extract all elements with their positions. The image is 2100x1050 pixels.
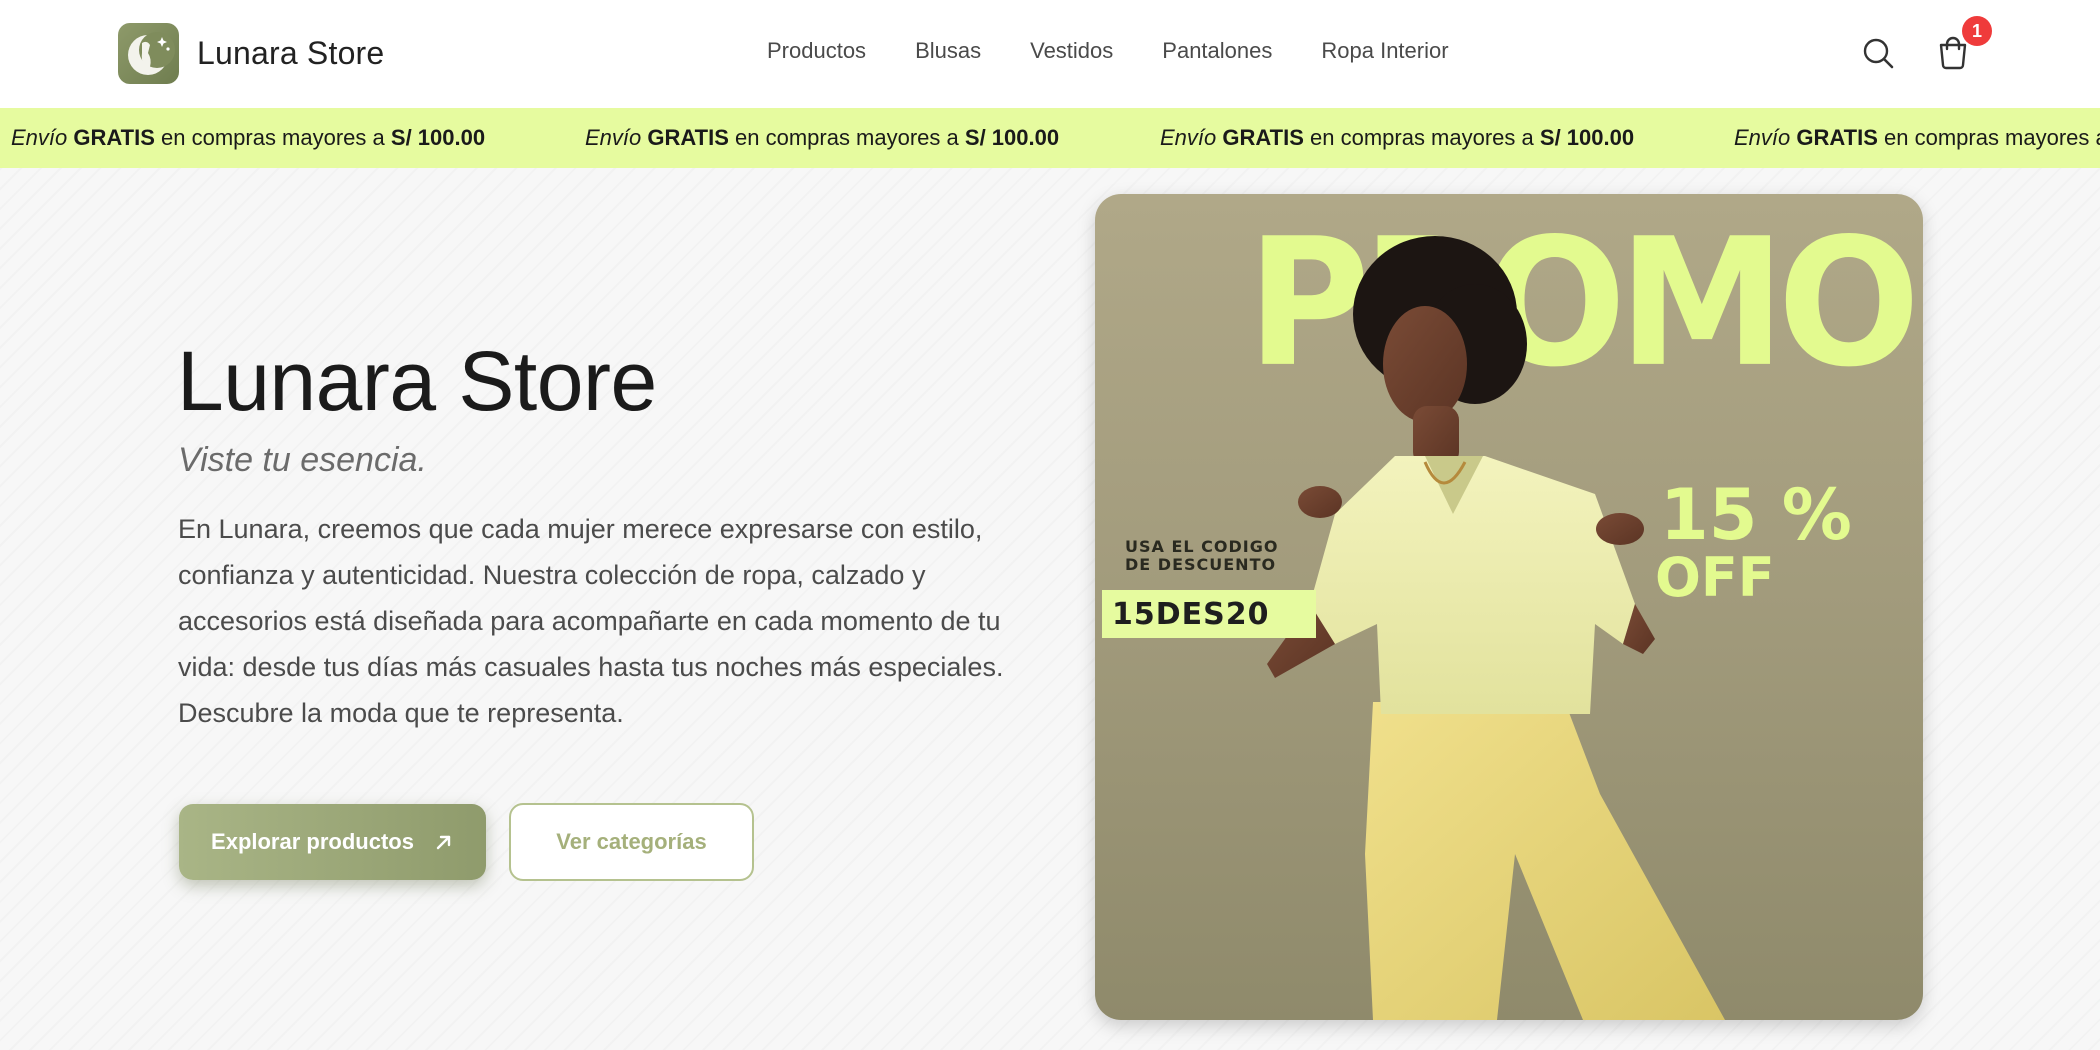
nav-item-productos[interactable]: Productos — [767, 38, 866, 64]
cart-count-badge: 1 — [1962, 16, 1992, 46]
ticker-amount: S/ 100.00 — [390, 125, 486, 150]
brand-name: Lunara Store — [197, 35, 385, 71]
ticker-amount: S/ 100.00 — [964, 125, 1060, 150]
promo-banner[interactable]: PROMO 15 % OFF USA EL CODIGO DE DESCUENT… — [1095, 194, 1923, 1020]
ticker-free: GRATIS — [647, 125, 729, 150]
view-categories-button[interactable]: Ver categorías — [509, 803, 754, 881]
nav-item-pantalones[interactable]: Pantalones — [1162, 38, 1272, 64]
ticker-middle: en compras mayores a — [161, 125, 385, 150]
explore-products-button[interactable]: Explorar productos — [179, 804, 486, 880]
search-button[interactable] — [1859, 34, 1899, 74]
ticker-free: GRATIS — [73, 125, 155, 150]
ticker-prefix: Envío — [1160, 125, 1217, 150]
promo-code: 15DES20 — [1102, 590, 1316, 638]
arrow-up-right-icon — [436, 835, 451, 850]
ticker-prefix: Envío — [1734, 125, 1791, 150]
ticker-middle: en compras mayores a — [735, 125, 959, 150]
shipping-ticker: Envío GRATIS en compras mayores a S/ 100… — [0, 108, 2100, 168]
ticker-middle: en compras mayores a — [1884, 125, 2100, 150]
site-header: Lunara Store Productos Blusas Vestidos P… — [0, 0, 2100, 108]
view-categories-label: Ver categorías — [556, 829, 707, 854]
brand-logo-link[interactable]: Lunara Store — [118, 23, 384, 84]
ticker-amount: S/ 100.00 — [1539, 125, 1635, 150]
nav-item-vestidos[interactable]: Vestidos — [1030, 38, 1113, 64]
search-icon — [1863, 38, 1894, 69]
ticker-message: Envío GRATIS en compras mayores a S/ 100… — [11, 125, 485, 151]
ticker-free: GRATIS — [1222, 125, 1304, 150]
ticker-prefix: Envío — [585, 125, 642, 150]
ticker-message: Envío GRATIS en compras mayores a S/ 100… — [1160, 125, 1634, 151]
ticker-message: Envío GRATIS en compras mayores a S/ 100… — [585, 125, 1059, 151]
main-nav: Productos Blusas Vestidos Pantalones Rop… — [767, 38, 1498, 64]
hero-tagline: Viste tu esencia. — [178, 441, 427, 479]
promo-discount: 15 % — [1660, 474, 1852, 556]
explore-products-label: Explorar productos — [211, 829, 414, 854]
hero-title: Lunara Store — [177, 334, 657, 428]
nav-item-blusas[interactable]: Blusas — [915, 38, 981, 64]
promo-code-label: USA EL CODIGO DE DESCUENTO — [1125, 537, 1279, 574]
ticker-message: Envío GRATIS en compras mayores a S/ 100… — [1734, 125, 2100, 151]
hero-section: Lunara Store Viste tu esencia. En Lunara… — [0, 168, 2100, 1050]
promo-off: OFF — [1655, 546, 1775, 609]
nav-item-ropa-interior[interactable]: Ropa Interior — [1321, 38, 1448, 64]
ticker-middle: en compras mayores a — [1310, 125, 1534, 150]
logo-moon-icon — [118, 23, 179, 84]
ticker-free: GRATIS — [1796, 125, 1878, 150]
ticker-prefix: Envío — [11, 125, 68, 150]
hero-description: En Lunara, creemos que cada mujer merece… — [178, 514, 1004, 728]
